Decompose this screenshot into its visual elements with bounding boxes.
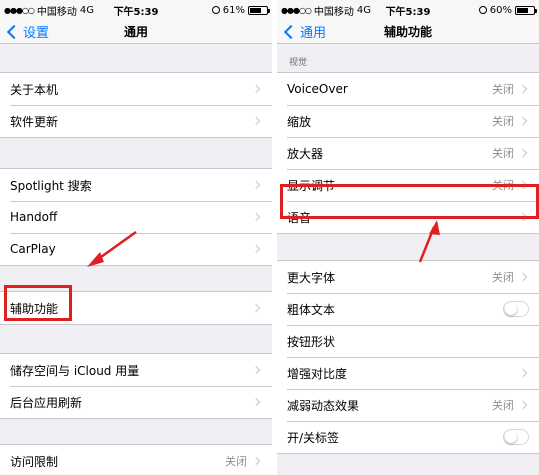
arrow-annotation bbox=[418, 220, 440, 263]
arrow-annotation bbox=[87, 230, 137, 267]
general-settings-screen: ●●●○○ 中国移动 4G 下午5:39 61% 设置 通用 关于本机 软件更新… bbox=[0, 0, 272, 475]
accessibility-screen: ●●●○○ 中国移动 4G 下午5:39 60% 通用 辅助功能 视觉 Voic… bbox=[277, 0, 539, 475]
